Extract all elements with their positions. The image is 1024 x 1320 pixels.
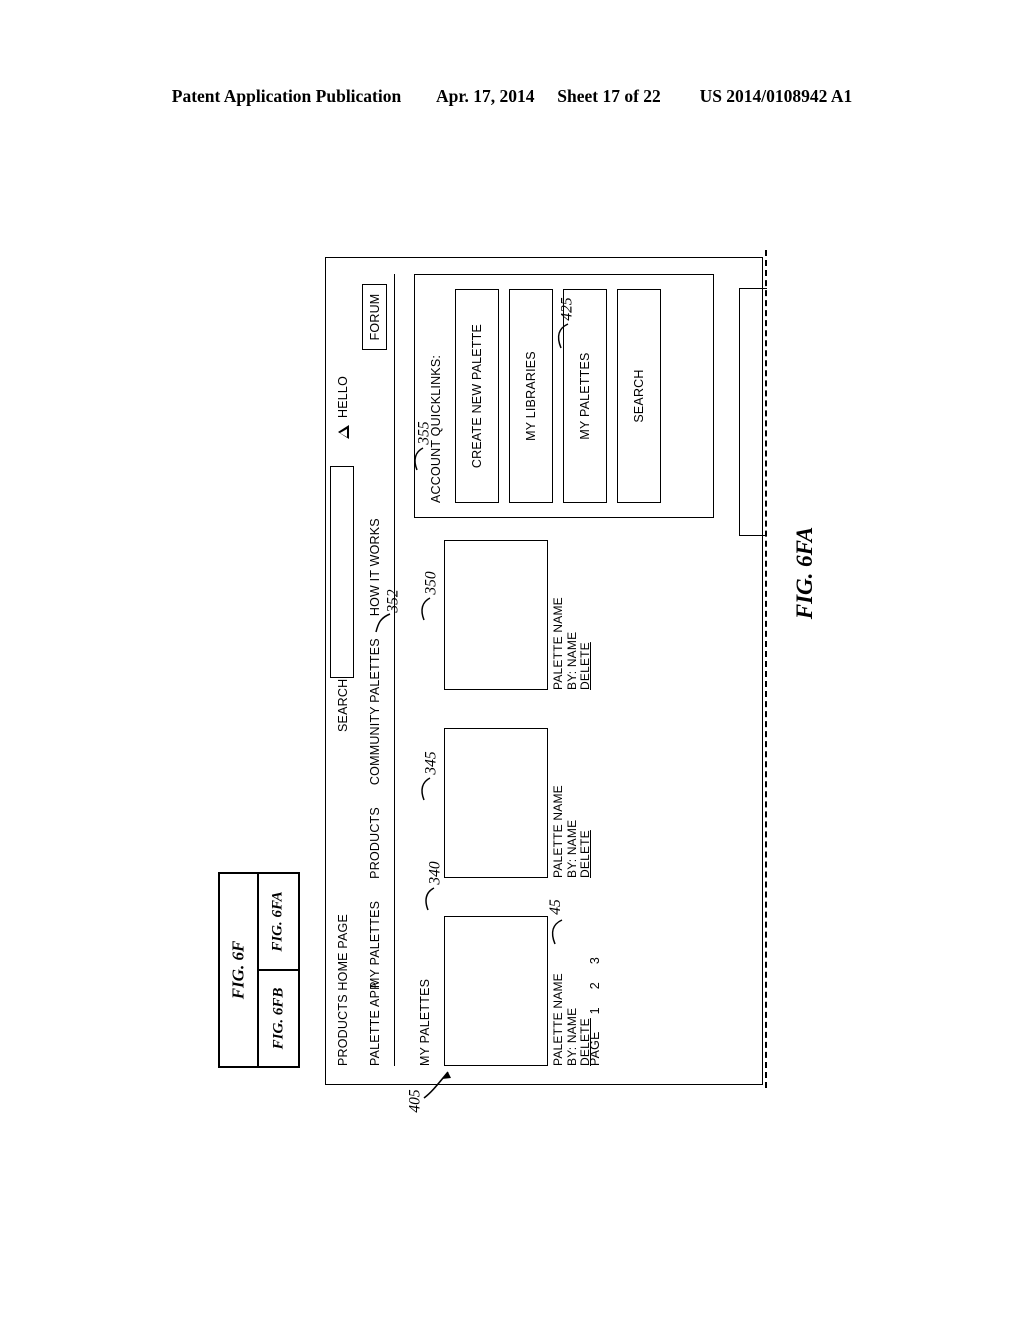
nav-separator xyxy=(394,274,395,1066)
pagination-label: PAGE xyxy=(588,1031,602,1066)
figure-caption: FIG. 6FA xyxy=(791,526,817,620)
ref-340: 340 xyxy=(426,861,444,885)
forum-button[interactable]: FORUM xyxy=(362,284,387,350)
ref-345: 345 xyxy=(422,751,440,775)
nav-item-how-it-works[interactable]: HOW IT WORKS xyxy=(368,518,382,616)
publication-label: Patent Application Publication xyxy=(171,86,402,106)
figure-key-part-b: FIG. 6FB xyxy=(259,971,298,1066)
greeting-label: HELLO xyxy=(336,376,350,418)
figure-key-parent-label: FIG. 6F xyxy=(228,940,248,1000)
primary-nav: MY PALETTES PRODUCTS COMMUNITY PALETTES … xyxy=(368,518,382,988)
palette-delete-link[interactable]: DELETE xyxy=(578,728,593,878)
palette-name: PALETTE NAME xyxy=(551,785,565,878)
search-input[interactable] xyxy=(330,466,354,678)
ref-350: 350 xyxy=(422,571,440,595)
publication-date: Apr. 17, 2014 xyxy=(435,86,535,106)
sheet-header: Patent Application Publication Apr. 17, … xyxy=(0,86,1024,107)
pagination-page-3[interactable]: 3 xyxy=(588,956,602,965)
palette-card[interactable]: PALETTE NAME BY: NAME DELETE xyxy=(444,540,593,690)
figure-key-part-a-label: FIG. 6FA xyxy=(270,891,286,952)
figure-key-box: FIG. 6F FIG. 6FA FIG. 6FB xyxy=(218,872,300,1068)
ref-352-leader xyxy=(372,612,398,638)
palette-delete-link[interactable]: DELETE xyxy=(578,540,593,690)
pagination-page-2[interactable]: 2 xyxy=(588,981,602,990)
nav-item-products[interactable]: PRODUCTS xyxy=(368,807,382,879)
patent-number: US 2014/0108942 A1 xyxy=(699,86,853,106)
palette-author: BY: NAME xyxy=(564,819,579,878)
triangle-avatar-icon xyxy=(337,425,349,439)
ref-350-leader xyxy=(416,596,438,622)
sheet-fold-line xyxy=(765,250,767,1088)
figure-key-parent: FIG. 6F xyxy=(220,874,259,1066)
ref-355: 355 xyxy=(415,421,433,445)
ref-340-leader xyxy=(420,886,442,912)
search-button[interactable]: SEARCH xyxy=(617,289,661,503)
create-new-palette-button[interactable]: CREATE NEW PALETTE xyxy=(455,289,499,503)
ref-352: 352 xyxy=(384,589,402,613)
figure-key-part-a: FIG. 6FA xyxy=(259,874,298,971)
drawing-stage: PRODUCTS HOME PAGE PALETTE APP MY PALETT… xyxy=(325,255,765,1085)
ref-45: 45 xyxy=(546,899,564,915)
palette-card[interactable]: PALETTE NAME BY: NAME DELETE xyxy=(444,728,593,878)
palette-author: BY: NAME xyxy=(564,631,579,690)
pagination-page-1[interactable]: 1 xyxy=(588,1006,602,1015)
ref-355-leader xyxy=(409,446,431,472)
ref-345-leader xyxy=(416,776,438,802)
sheet-number: Sheet 17 of 22 xyxy=(557,86,661,106)
my-libraries-button[interactable]: MY LIBRARIES xyxy=(509,289,553,503)
greeting-area[interactable]: HELLO xyxy=(336,376,350,439)
palette-thumbnail[interactable] xyxy=(444,728,548,878)
quicklinks-title: ACCOUNT QUICKLINKS: xyxy=(429,354,443,503)
products-home-page-link[interactable]: PRODUCTS HOME PAGE xyxy=(336,914,350,1066)
palette-name: PALETTE NAME xyxy=(551,597,565,690)
figure-key-part-b-label: FIG. 6FB xyxy=(270,987,286,1050)
nav-item-community-palettes[interactable]: COMMUNITY PALETTES xyxy=(368,638,382,785)
sheet-fold-tab xyxy=(739,288,767,536)
palette-card-list: PALETTE NAME BY: NAME DELETE PALETTE NAM… xyxy=(444,540,593,1066)
nav-item-my-palettes[interactable]: MY PALETTES xyxy=(368,901,382,988)
figure-key-parts: FIG. 6FA FIG. 6FB xyxy=(259,874,298,1066)
pagination: PAGE 1 2 3 xyxy=(588,956,602,1066)
app-name-label: PALETTE APP xyxy=(368,981,382,1066)
palette-card[interactable]: PALETTE NAME BY: NAME DELETE xyxy=(444,916,593,1066)
palette-thumbnail[interactable] xyxy=(444,540,548,690)
ref-425: 425 xyxy=(558,297,576,321)
ref-425-leader xyxy=(552,322,576,350)
ref-405-leader xyxy=(418,1062,464,1104)
palette-thumbnail[interactable] xyxy=(444,916,548,1066)
rotated-canvas: PRODUCTS HOME PAGE PALETTE APP MY PALETT… xyxy=(325,255,765,1085)
section-title-my-palettes: MY PALETTES xyxy=(418,978,432,1066)
search-label: SEARCH xyxy=(336,678,350,732)
ref-45-leader xyxy=(546,918,570,946)
app-window: PRODUCTS HOME PAGE PALETTE APP MY PALETT… xyxy=(325,257,763,1085)
